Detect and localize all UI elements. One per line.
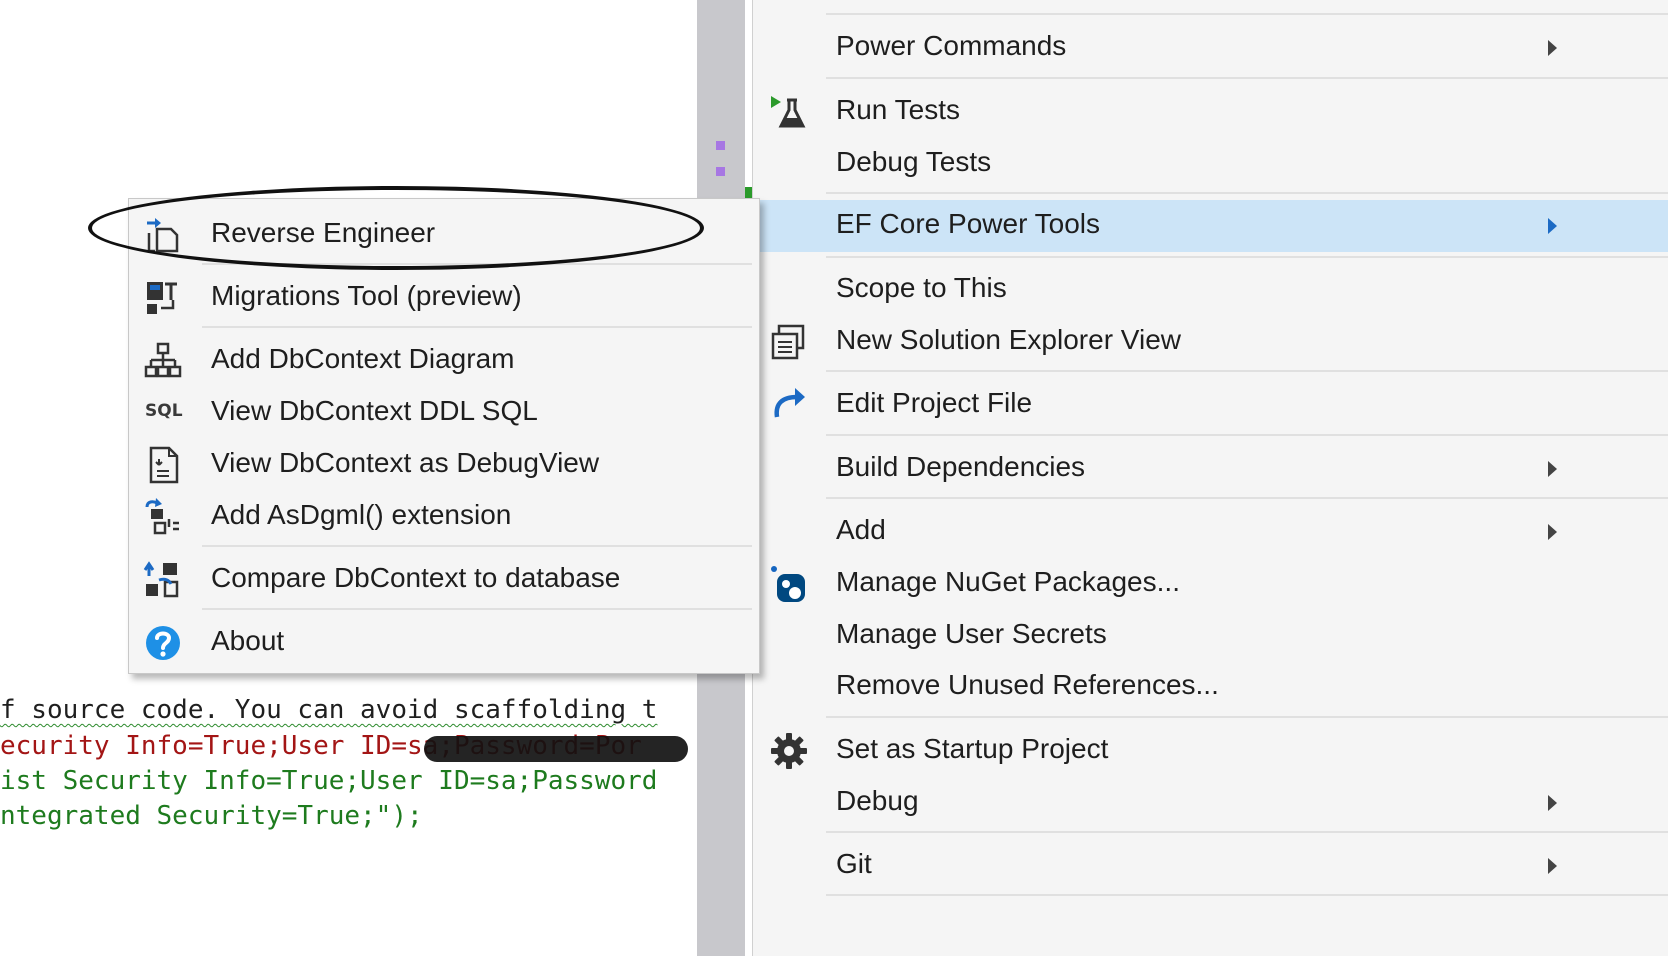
menu-item-edit-project-file[interactable]: Edit Project File <box>753 379 1668 431</box>
menu-separator <box>826 434 1668 436</box>
menu-item-new-solution-explorer-view[interactable]: New Solution Explorer View <box>753 316 1668 368</box>
menu-separator <box>202 263 752 265</box>
gear-icon <box>771 733 807 769</box>
ef-core-power-tools-submenu: Reverse Engineer Migrations Tool (previe… <box>128 198 760 674</box>
submenu-item-label: Migrations Tool (preview) <box>211 280 522 311</box>
reverse-engineer-icon <box>147 218 179 253</box>
scroll-marker <box>716 167 725 176</box>
submenu-item-compare-dbcontext[interactable]: Compare DbContext to database <box>129 554 759 606</box>
submenu-arrow-icon <box>1548 218 1557 234</box>
menu-item-label: Git <box>836 848 872 879</box>
submenu-item-view-ddl-sql[interactable]: SQL View DbContext DDL SQL <box>129 387 759 439</box>
menu-separator <box>826 77 1668 79</box>
menu-item-power-commands[interactable]: Power Commands <box>753 22 1668 74</box>
menu-separator <box>826 256 1668 258</box>
menu-item-label: New Solution Explorer View <box>836 324 1181 355</box>
nuget-icon <box>771 566 805 602</box>
menu-item-label: Add <box>836 514 886 545</box>
submenu-item-label: Add AsDgml() extension <box>211 499 512 530</box>
menu-separator <box>826 831 1668 833</box>
menu-separator <box>826 497 1668 499</box>
menu-item-build-dependencies[interactable]: Build Dependencies <box>753 443 1668 495</box>
help-icon <box>146 626 180 660</box>
submenu-item-label: Add DbContext Diagram <box>211 343 515 374</box>
submenu-item-view-debugview[interactable]: View DbContext as DebugView <box>129 439 759 491</box>
run-tests-icon <box>771 96 806 128</box>
dgml-icon <box>145 498 179 535</box>
menu-item-label: Remove Unused References... <box>836 669 1219 700</box>
menu-item-set-as-startup-project[interactable]: Set as Startup Project <box>753 725 1668 777</box>
menu-item-label: Debug <box>836 785 919 816</box>
menu-item-label: EF Core Power Tools <box>836 208 1101 239</box>
submenu-item-label: Reverse Engineer <box>211 217 436 248</box>
menu-separator <box>202 608 752 610</box>
menu-separator <box>202 326 752 328</box>
code-line-1: f source code. You can avoid scaffolding… <box>0 693 690 728</box>
menu-separator <box>826 894 1668 896</box>
code-line-3: ist Security Info=True;User ID=sa;Passwo… <box>0 766 658 796</box>
menu-item-label: Build Dependencies <box>836 451 1086 482</box>
menu-item-add[interactable]: Add <box>753 506 1668 558</box>
submenu-arrow-icon <box>1548 858 1557 874</box>
submenu-item-label: View DbContext DDL SQL <box>211 395 538 426</box>
compare-icon <box>143 561 179 598</box>
submenu-item-label: About <box>211 625 285 656</box>
menu-item-label: Manage NuGet Packages... <box>836 566 1180 597</box>
new-view-icon <box>771 324 805 360</box>
menu-item-label: Edit Project File <box>836 387 1033 418</box>
edit-arrow-icon <box>774 388 805 418</box>
menu-item-git[interactable]: Git <box>753 840 1668 892</box>
menu-item-scope-to-this[interactable]: Scope to This <box>753 264 1668 316</box>
submenu-item-reverse-engineer[interactable]: Reverse Engineer <box>129 209 759 261</box>
submenu-arrow-icon <box>1548 461 1557 477</box>
menu-item-label: Debug Tests <box>836 146 992 177</box>
menu-item-debug-tests[interactable]: Debug Tests <box>753 138 1668 190</box>
migrations-icon <box>147 282 177 314</box>
code-line-4: ntegrated Security=True;"); <box>0 801 423 831</box>
menu-separator <box>202 545 752 547</box>
submenu-arrow-icon <box>1548 524 1557 540</box>
menu-item-label: Power Commands <box>836 30 1067 61</box>
menu-item-run-tests[interactable]: Run Tests <box>753 86 1668 138</box>
submenu-item-label: Compare DbContext to database <box>211 562 621 593</box>
menu-item-label: Set as Startup Project <box>836 733 1109 764</box>
submenu-item-add-dbcontext-diagram[interactable]: Add DbContext Diagram <box>129 335 759 387</box>
menu-item-debug[interactable]: Debug <box>753 777 1668 829</box>
menu-item-remove-unused-references[interactable]: Remove Unused References... <box>753 661 1668 713</box>
menu-item-label: Scope to This <box>836 272 1007 303</box>
scroll-marker <box>716 141 725 150</box>
menu-separator <box>826 370 1668 372</box>
submenu-arrow-icon <box>1548 40 1557 56</box>
submenu-item-add-asdgml-extension[interactable]: Add AsDgml() extension <box>129 491 759 543</box>
submenu-arrow-icon <box>1548 795 1557 811</box>
menu-separator <box>826 13 1668 15</box>
debugview-icon <box>149 446 179 484</box>
code-text: f source code. You can avoid scaffolding… <box>0 695 658 725</box>
redaction-scribble <box>424 736 688 762</box>
submenu-item-label: View DbContext as DebugView <box>211 447 600 478</box>
project-context-menu: Power Commands Run Tests Debug Tests EF … <box>752 0 1668 956</box>
menu-separator <box>826 716 1668 718</box>
menu-item-manage-user-secrets[interactable]: Manage User Secrets <box>753 610 1668 662</box>
menu-item-ef-core-power-tools[interactable]: EF Core Power Tools <box>753 200 1668 252</box>
menu-item-label: Run Tests <box>836 94 960 125</box>
menu-separator <box>826 192 1668 194</box>
submenu-item-migrations-tool[interactable]: Migrations Tool (preview) <box>129 272 759 324</box>
menu-item-manage-nuget-packages[interactable]: Manage NuGet Packages... <box>753 558 1668 610</box>
sql-icon: SQL <box>145 401 183 421</box>
diagram-icon <box>144 342 182 378</box>
menu-item-label: Manage User Secrets <box>836 618 1107 649</box>
submenu-item-about[interactable]: About <box>129 617 759 669</box>
